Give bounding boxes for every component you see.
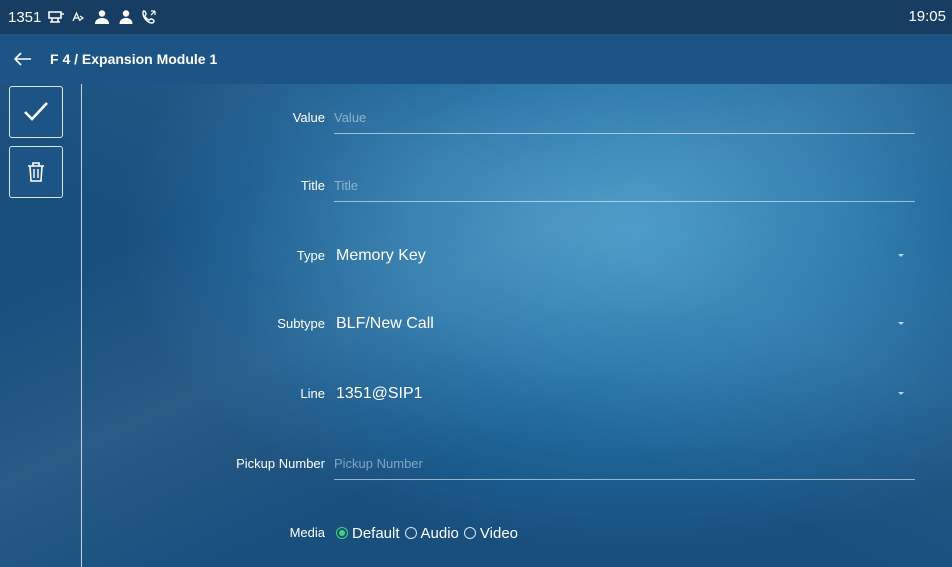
subtype-select[interactable]: BLF/New Call [336, 309, 906, 339]
line-selected-value: 1351@SIP1 [336, 385, 423, 402]
line-label: Line [300, 386, 325, 401]
radio-checked-icon [336, 527, 348, 539]
media-label: Media [289, 525, 325, 540]
status-bar: 1351 19:05 [0, 0, 952, 34]
media-radio-video[interactable]: Video [463, 524, 518, 542]
title-label: Title [300, 178, 325, 193]
media-radio-group: Default Audio Video [336, 518, 523, 548]
contact-icon [118, 9, 134, 25]
media-radio-audio[interactable]: Audio [404, 524, 459, 542]
line-select[interactable]: 1351@SIP1 [336, 379, 906, 409]
pickup-number-input[interactable] [334, 449, 915, 480]
type-select[interactable]: Memory Key [336, 241, 906, 271]
auto-answer-icon [72, 10, 86, 24]
title-row: Title [0, 171, 952, 202]
value-input[interactable] [334, 103, 915, 134]
contacts-group-icon [93, 9, 111, 25]
phone-screen: 1351 19:05 F 4 / Expansion Module 1 Valu… [0, 0, 952, 567]
type-selected-value: Memory Key [336, 247, 426, 264]
dropdown-caret-icon [898, 322, 904, 325]
status-clock: 19:05 [908, 8, 946, 25]
radio-unchecked-icon [404, 527, 417, 539]
media-option-label: Audio [420, 524, 459, 542]
call-forward-icon [141, 9, 157, 25]
subtype-label: Subtype [277, 316, 325, 331]
media-option-label: Default [352, 524, 400, 542]
title-input[interactable] [334, 171, 915, 202]
dropdown-caret-icon [898, 392, 904, 395]
pickup-number-row: Pickup Number [0, 449, 952, 480]
back-button[interactable] [0, 34, 46, 84]
back-arrow-icon [14, 52, 31, 66]
page-title: F 4 / Expansion Module 1 [50, 51, 218, 67]
subtype-row: Subtype BLF/New Call [0, 309, 952, 339]
media-option-label: Video [479, 524, 518, 542]
status-icons [47, 9, 157, 25]
subtype-selected-value: BLF/New Call [336, 315, 434, 332]
type-label: Type [296, 248, 325, 263]
pickup-number-label: Pickup Number [236, 456, 325, 471]
media-radio-default[interactable]: Default [336, 525, 400, 542]
type-row: Type Memory Key [0, 241, 952, 271]
dropdown-caret-icon [898, 254, 904, 257]
media-row: Media Default Audio Video [0, 518, 952, 548]
desk-phone-icon [47, 9, 65, 25]
value-row: Value [0, 103, 952, 134]
value-label: Value [292, 110, 325, 125]
title-bar: F 4 / Expansion Module 1 [0, 34, 952, 84]
line-row: Line 1351@SIP1 [0, 379, 952, 409]
radio-unchecked-icon [463, 527, 476, 539]
status-account-number: 1351 [8, 8, 42, 26]
